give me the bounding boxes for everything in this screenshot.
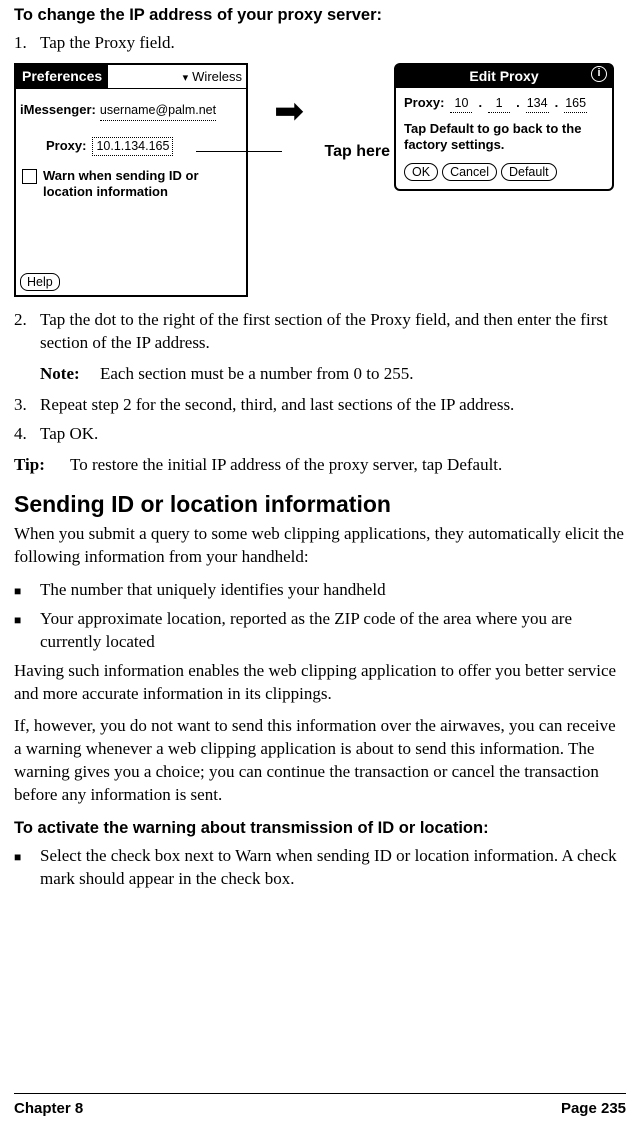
default-button[interactable]: Default	[501, 163, 557, 181]
arrow-column: ➡ Tap here	[256, 63, 386, 129]
ip-segment-3[interactable]: 134	[526, 95, 549, 113]
paragraph: If, however, you do not want to send thi…	[14, 715, 626, 807]
note-row: Note: Each section must be a number from…	[40, 363, 626, 386]
ip-segment-4[interactable]: 165	[564, 95, 587, 113]
imessenger-value[interactable]: username@palm.net	[100, 102, 216, 121]
step-number: 2.	[14, 309, 40, 355]
bullet-square-icon: ■	[14, 608, 40, 654]
bullet-text: Select the check box next to Warn when s…	[40, 845, 626, 891]
ip-dot[interactable]: .	[555, 94, 559, 112]
note-label: Note:	[40, 363, 100, 386]
edit-proxy-dialog: Edit Proxy i Proxy: 10 . 1 . 134 . 165 T…	[394, 63, 614, 191]
bullet-text: The number that uniquely identifies your…	[40, 579, 626, 602]
edit-proxy-label: Proxy:	[404, 94, 444, 112]
note-text: Each section must be a number from 0 to …	[100, 363, 413, 386]
footer-right: Page 235	[561, 1099, 626, 1119]
step-text: Tap OK.	[40, 423, 626, 446]
bullet-text: Your approximate location, reported as t…	[40, 608, 626, 654]
section-heading: To activate the warning about transmissi…	[14, 817, 626, 839]
callout-line	[196, 151, 282, 152]
tip-label: Tip:	[14, 454, 70, 477]
step-number: 3.	[14, 394, 40, 417]
warn-checkbox[interactable]	[22, 169, 37, 184]
section-heading: To change the IP address of your proxy s…	[14, 4, 626, 26]
proxy-label: Proxy:	[46, 137, 86, 155]
edit-proxy-title: Edit Proxy i	[396, 65, 612, 88]
bullet-item: ■ Select the check box next to Warn when…	[14, 845, 626, 891]
paragraph: Having such information enables the web …	[14, 660, 626, 706]
ip-dot[interactable]: .	[478, 94, 482, 112]
preferences-title: Preferences	[16, 65, 108, 88]
ok-button[interactable]: OK	[404, 163, 438, 181]
preferences-menu[interactable]: Wireless	[108, 65, 246, 88]
tap-here-label: Tap here	[325, 141, 391, 163]
ip-segment-2[interactable]: 1	[488, 95, 510, 113]
tip-row: Tip: To restore the initial IP address o…	[14, 454, 626, 477]
bullet-square-icon: ■	[14, 845, 40, 891]
proxy-field[interactable]: 10.1.134.165	[92, 137, 173, 156]
bullet-item: ■ The number that uniquely identifies yo…	[14, 579, 626, 602]
step-4: 4. Tap OK.	[14, 423, 626, 446]
preferences-screen: Preferences Wireless iMessenger: usernam…	[14, 63, 248, 297]
step-1: 1. Tap the Proxy field.	[14, 32, 626, 55]
step-text: Tap the dot to the right of the first se…	[40, 309, 626, 355]
page-footer: Chapter 8 Page 235	[14, 1093, 626, 1119]
step-2: 2. Tap the dot to the right of the first…	[14, 309, 626, 355]
warn-checkbox-label: Warn when sending ID or location informa…	[43, 168, 240, 201]
edit-proxy-title-text: Edit Proxy	[469, 68, 538, 84]
step-number: 4.	[14, 423, 40, 446]
ip-segment-1[interactable]: 10	[450, 95, 472, 113]
edit-proxy-message: Tap Default to go back to the factory se…	[404, 121, 604, 154]
step-text: Repeat step 2 for the second, third, and…	[40, 394, 626, 417]
step-3: 3. Repeat step 2 for the second, third, …	[14, 394, 626, 417]
figure-row: Preferences Wireless iMessenger: usernam…	[14, 63, 626, 297]
ip-dot[interactable]: .	[516, 94, 520, 112]
tip-text: To restore the initial IP address of the…	[70, 454, 502, 477]
subsection-heading: Sending ID or location information	[14, 489, 626, 520]
bullet-square-icon: ■	[14, 579, 40, 602]
footer-left: Chapter 8	[14, 1099, 83, 1119]
paragraph: When you submit a query to some web clip…	[14, 523, 626, 569]
bullet-item: ■ Your approximate location, reported as…	[14, 608, 626, 654]
step-text: Tap the Proxy field.	[40, 32, 626, 55]
help-button[interactable]: Help	[20, 273, 60, 291]
cancel-button[interactable]: Cancel	[442, 163, 497, 181]
arrow-right-icon: ➡	[274, 93, 386, 129]
step-number: 1.	[14, 32, 40, 55]
info-icon[interactable]: i	[591, 66, 607, 82]
imessenger-label: iMessenger:	[20, 101, 96, 119]
